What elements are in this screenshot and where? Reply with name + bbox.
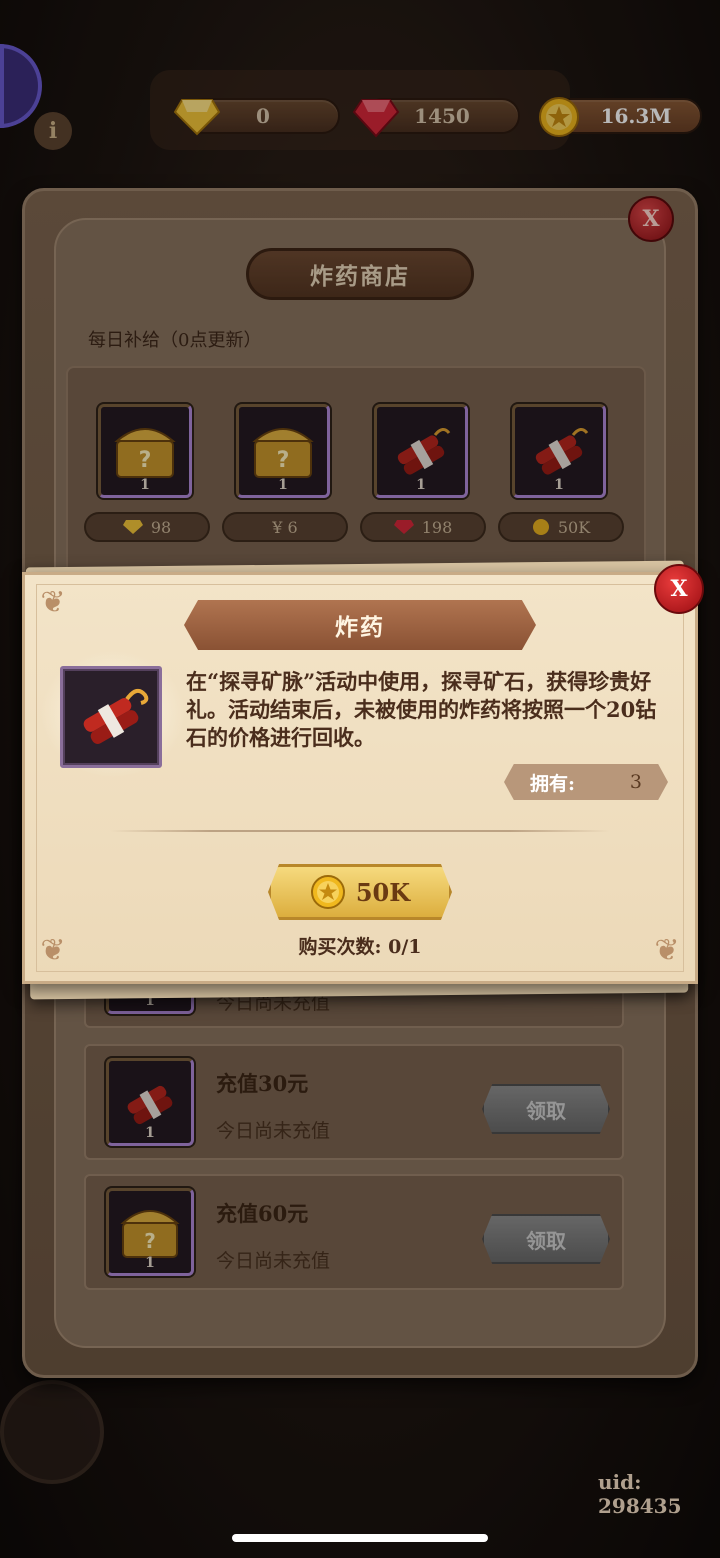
- recharge-title: 充值30元: [216, 1071, 309, 1096]
- claim-button[interactable]: 领取: [482, 1084, 610, 1134]
- shop-close-button[interactable]: X: [628, 196, 674, 242]
- item-qty: 1: [145, 1255, 155, 1271]
- corner-ornament-icon: ❦: [40, 933, 66, 968]
- side-menu-button[interactable]: [0, 44, 42, 128]
- reward-item: ? 1: [106, 1188, 194, 1276]
- corner-ornament-icon: ❦: [654, 933, 680, 968]
- price-label: 198: [421, 517, 453, 537]
- corner-ornament-icon: ❦: [40, 585, 66, 620]
- item-qty: 1: [140, 477, 150, 493]
- coin-icon: [310, 875, 345, 909]
- owned-count-tag: 拥有: 3: [504, 764, 668, 800]
- recharge-row: ? 1 充值60元 今日尚未充值 领取: [84, 1174, 624, 1290]
- ruby-icon: [393, 520, 414, 534]
- recharge-status: 今日尚未充值: [216, 1120, 331, 1142]
- divider: [110, 830, 610, 832]
- price-label: 98: [150, 517, 172, 537]
- svg-text:?: ?: [277, 448, 290, 473]
- price-button[interactable]: ¥ 6: [222, 512, 348, 542]
- recharge-status: 今日尚未充值: [216, 1250, 331, 1272]
- diamond-icon: [122, 520, 143, 534]
- buy-price: 50K: [355, 877, 411, 907]
- item-qty: 1: [416, 477, 426, 493]
- coin-icon: [539, 97, 579, 137]
- popup-close-button[interactable]: X: [654, 564, 704, 614]
- price-button[interactable]: 50K: [498, 512, 624, 542]
- popup-item-frame: [60, 666, 162, 768]
- item-description: 在“探寻矿脉”活动中使用，探寻矿石，获得珍贵好礼。活动结束后，未被使用的炸药将按…: [186, 669, 657, 750]
- coin-icon: [532, 519, 549, 535]
- popup-title: 炸药: [184, 600, 536, 650]
- daily-item-chest[interactable]: ? 1: [98, 404, 192, 498]
- item-qty: 1: [278, 477, 288, 493]
- price-button[interactable]: 198: [360, 512, 486, 542]
- item-qty: 1: [554, 477, 564, 493]
- price-label: 50K: [557, 517, 591, 537]
- recharge-title: 充值60元: [216, 1201, 309, 1226]
- item-qty: 1: [145, 1125, 155, 1141]
- shop-title: 炸药商店: [246, 248, 474, 300]
- home-indicator[interactable]: [232, 1534, 488, 1542]
- reward-item: 1: [106, 1058, 194, 1146]
- daily-item-dynamite[interactable]: 1: [374, 404, 468, 498]
- info-icon[interactable]: i: [34, 112, 72, 150]
- owned-value: 3: [629, 771, 642, 793]
- ruby-icon: [352, 99, 400, 138]
- svg-text:?: ?: [144, 1229, 156, 1253]
- purchase-count: 购买次数: 0/1: [298, 936, 422, 958]
- price-label: ¥ 6: [272, 517, 298, 537]
- claim-button[interactable]: 领取: [482, 1214, 610, 1264]
- svg-text:?: ?: [139, 448, 152, 473]
- user-id: uid: 298435: [598, 1470, 682, 1518]
- daily-item-chest[interactable]: ? 1: [236, 404, 330, 498]
- daily-supply-label: 每日补给（0点更新）: [88, 330, 262, 351]
- buy-button[interactable]: 50K: [268, 864, 452, 920]
- back-button[interactable]: [0, 1380, 104, 1484]
- diamond-icon: [174, 99, 220, 136]
- dynamite-icon: [83, 688, 149, 744]
- owned-label: 拥有:: [530, 772, 576, 795]
- recharge-row: 1 充值30元 今日尚未充值 领取: [84, 1044, 624, 1160]
- price-button[interactable]: 98: [84, 512, 210, 542]
- daily-item-dynamite[interactable]: 1: [512, 404, 606, 498]
